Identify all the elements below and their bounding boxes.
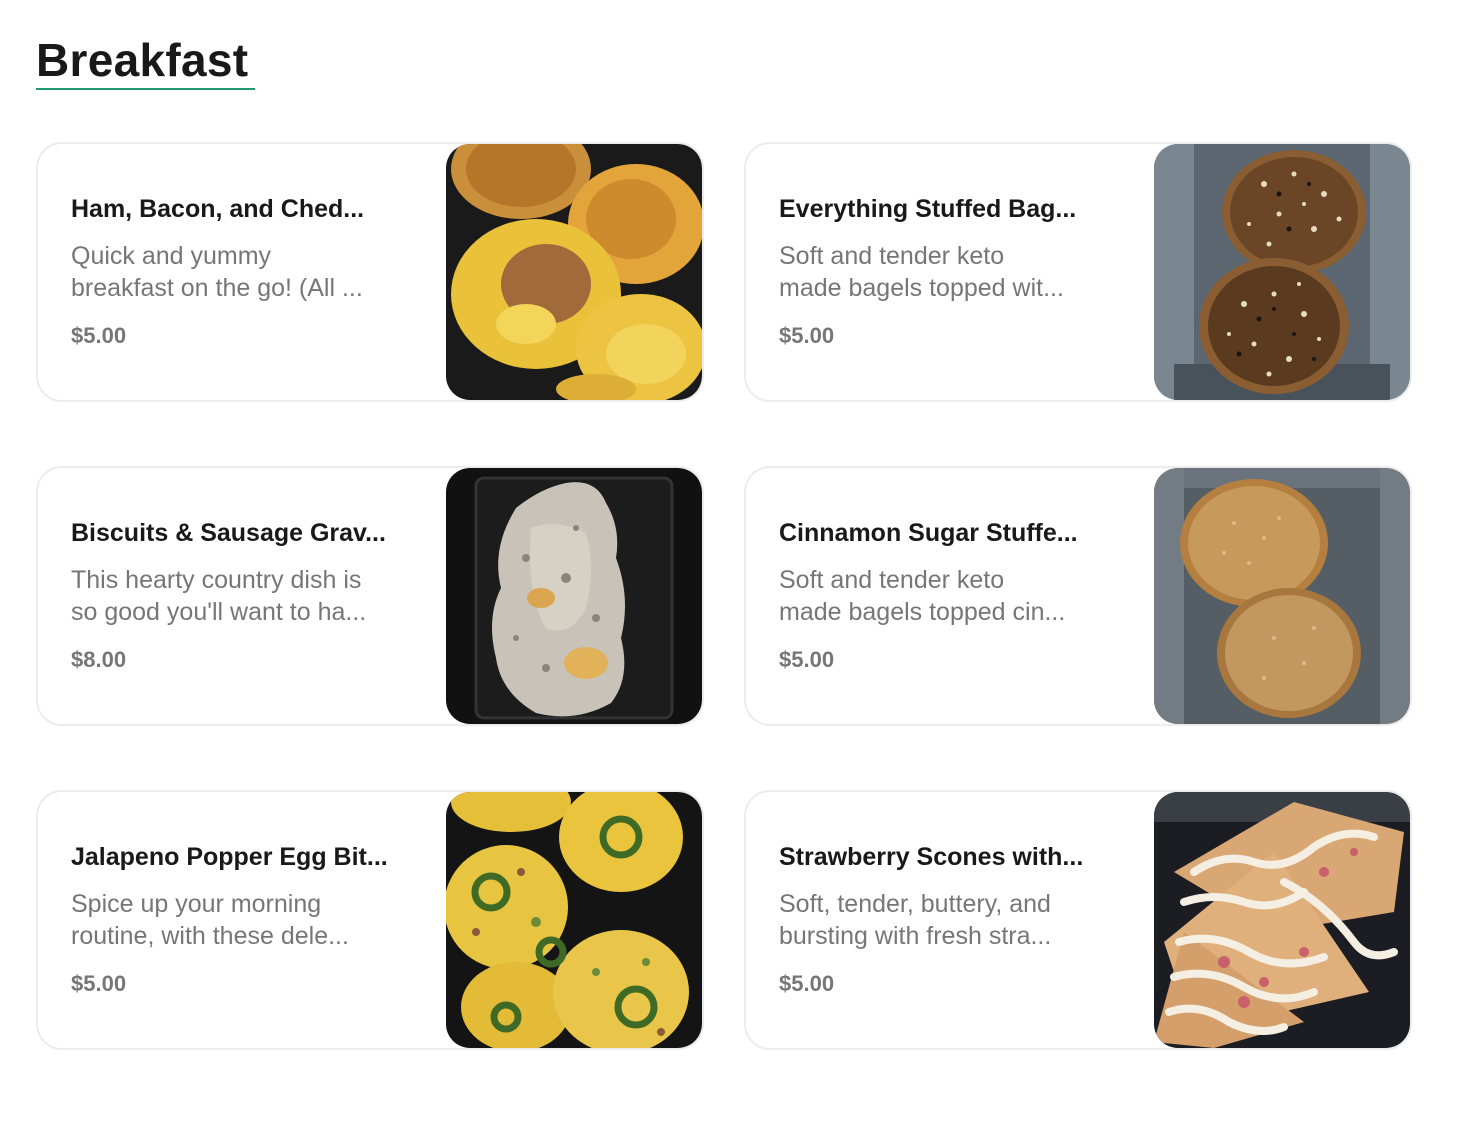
jalapeno-egg-bites-photo[interactable]	[446, 792, 702, 1048]
menu-item-text: Cinnamon Sugar Stuffe... Soft and tender…	[779, 516, 1129, 674]
everything-bagels-photo[interactable]	[1154, 144, 1410, 400]
menu-item-card[interactable]: Cinnamon Sugar Stuffe... Soft and tender…	[744, 466, 1412, 726]
menu-item-description: This hearty country dish is so good you'…	[71, 564, 421, 628]
menu-item-description-line: made bagels topped wit...	[779, 274, 1064, 302]
menu-item-description-line: so good you'll want to ha...	[71, 598, 367, 626]
menu-item-description: Soft and tender keto made bagels topped …	[779, 240, 1129, 304]
menu-item-name: Jalapeno Popper Egg Bit...	[71, 843, 388, 871]
menu-item-text: Biscuits & Sausage Grav... This hearty c…	[71, 516, 421, 674]
menu-item-description-line: Spice up your morning	[71, 890, 322, 918]
menu-item-text: Strawberry Scones with... Soft, tender, …	[779, 840, 1129, 998]
menu-item-price: $5.00	[71, 323, 127, 348]
menu-item-price: $5.00	[71, 971, 127, 996]
menu-item-description-line: Quick and yummy	[71, 242, 272, 270]
menu-item-description: Quick and yummy breakfast on the go! (Al…	[71, 240, 421, 304]
menu-item-price: $5.00	[779, 323, 835, 348]
menu-item-name: Cinnamon Sugar Stuffe...	[779, 519, 1078, 547]
menu-item-description: Spice up your morning routine, with thes…	[71, 888, 421, 952]
menu-item-description-line: This hearty country dish is	[71, 566, 362, 594]
menu-item-description-line: made bagels topped cin...	[779, 598, 1066, 626]
menu-item-price: $5.00	[779, 971, 835, 996]
menu-item-name: Strawberry Scones with...	[779, 843, 1084, 871]
menu-item-card[interactable]: Jalapeno Popper Egg Bit... Spice up your…	[36, 790, 704, 1050]
menu-item-description-line: bursting with fresh stra...	[779, 922, 1052, 950]
menu-item-card[interactable]: Biscuits & Sausage Grav... This hearty c…	[36, 466, 704, 726]
menu-item-name: Ham, Bacon, and Ched...	[71, 195, 365, 223]
cinnamon-bagels-photo[interactable]	[1154, 468, 1410, 724]
menu-item-description-line: Soft and tender keto	[779, 242, 1005, 270]
menu-item-name: Biscuits & Sausage Grav...	[71, 519, 386, 547]
menu-item-description-line: Soft, tender, buttery, and	[779, 890, 1051, 918]
menu-item-description: Soft, tender, buttery, and bursting with…	[779, 888, 1129, 952]
biscuits-gravy-photo[interactable]	[446, 468, 702, 724]
egg-muffins-photo[interactable]	[446, 144, 702, 400]
section-title: Breakfast	[36, 34, 249, 86]
menu-item-name: Everything Stuffed Bag...	[779, 195, 1077, 223]
menu-item-grid: Ham, Bacon, and Ched... Quick and yummy …	[36, 142, 1412, 1050]
menu-item-price: $5.00	[779, 647, 835, 672]
menu-item-description: Soft and tender keto made bagels topped …	[779, 564, 1129, 628]
menu-item-text: Ham, Bacon, and Ched... Quick and yummy …	[71, 192, 421, 350]
menu-item-card[interactable]: Strawberry Scones with... Soft, tender, …	[744, 790, 1412, 1050]
menu-item-card[interactable]: Everything Stuffed Bag... Soft and tende…	[744, 142, 1412, 402]
menu-item-description-line: Soft and tender keto	[779, 566, 1005, 594]
menu-item-text: Jalapeno Popper Egg Bit... Spice up your…	[71, 840, 421, 998]
menu-item-price: $8.00	[71, 647, 127, 672]
menu-item-card[interactable]: Ham, Bacon, and Ched... Quick and yummy …	[36, 142, 704, 402]
strawberry-scones-photo[interactable]	[1154, 792, 1410, 1048]
menu-item-description-line: breakfast on the go! (All ...	[71, 274, 363, 302]
menu-item-text: Everything Stuffed Bag... Soft and tende…	[779, 192, 1129, 350]
section-title-underline	[36, 88, 255, 90]
menu-item-description-line: routine, with these dele...	[71, 922, 349, 950]
